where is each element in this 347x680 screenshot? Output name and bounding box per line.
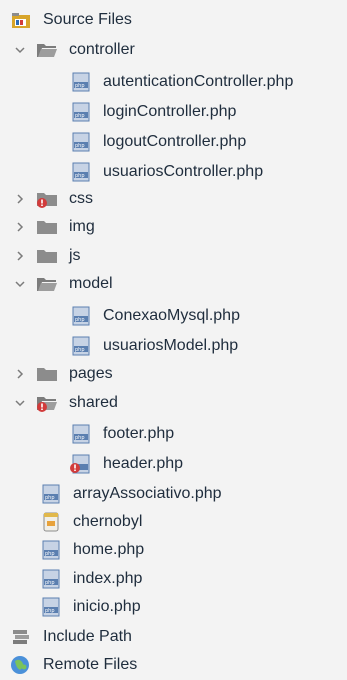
tree-file-autenticationController[interactable]: php autenticationController.php bbox=[70, 67, 347, 97]
tree-node-css[interactable]: css bbox=[14, 184, 347, 214]
project-tree: Source Files controller php autenticatio… bbox=[0, 0, 347, 675]
tree-node-label: logoutController.php bbox=[103, 133, 247, 150]
tree-file-footer[interactable]: php footer.php bbox=[70, 419, 347, 449]
php-file-icon: php bbox=[70, 336, 92, 356]
tree-node-label: Remote Files bbox=[43, 656, 138, 673]
chevron-right-icon[interactable] bbox=[14, 193, 26, 205]
php-file-icon: php bbox=[40, 540, 62, 560]
tree-node-label: js bbox=[69, 247, 81, 264]
tree-node-label: css bbox=[69, 190, 93, 207]
tree-node-label: usuariosController.php bbox=[103, 163, 264, 180]
svg-text:php: php bbox=[45, 608, 55, 614]
tree-file-usuariosModel[interactable]: php usuariosModel.php bbox=[70, 331, 347, 361]
chevron-down-icon[interactable] bbox=[14, 44, 26, 56]
tree-node-label: controller bbox=[69, 41, 135, 58]
tree-node-label: img bbox=[69, 218, 95, 235]
folder-open-error-icon bbox=[36, 393, 58, 413]
php-file-icon: php bbox=[40, 569, 62, 589]
php-file-icon: php bbox=[40, 484, 62, 504]
svg-text:php: php bbox=[45, 580, 55, 586]
tree-node-label: home.php bbox=[73, 541, 145, 558]
chevron-right-icon[interactable] bbox=[14, 368, 26, 380]
folder-icon bbox=[36, 246, 58, 266]
chevron-right-icon[interactable] bbox=[14, 250, 26, 262]
tree-node-source-files[interactable]: Source Files bbox=[10, 5, 347, 35]
tree-node-remote-files[interactable]: Remote Files bbox=[10, 650, 347, 680]
tree-node-label: ConexaoMysql.php bbox=[103, 307, 240, 324]
globe-icon bbox=[10, 655, 32, 675]
php-file-icon: php bbox=[70, 102, 92, 122]
svg-text:php: php bbox=[75, 83, 85, 89]
php-file-icon: php bbox=[70, 424, 92, 444]
tree-node-label: index.php bbox=[73, 570, 143, 587]
tree-node-js[interactable]: js bbox=[14, 241, 347, 271]
tree-node-label: model bbox=[69, 275, 113, 292]
tree-node-label: inicio.php bbox=[73, 598, 141, 615]
tree-node-label: arrayAssociativo.php bbox=[73, 485, 222, 502]
tree-node-label: header.php bbox=[103, 455, 184, 472]
tree-node-model[interactable]: model bbox=[14, 269, 347, 299]
tree-file-chernobyl[interactable]: chernobyl bbox=[40, 507, 347, 537]
svg-text:php: php bbox=[75, 435, 85, 441]
tree-file-index[interactable]: php index.php bbox=[40, 564, 347, 594]
tree-node-pages[interactable]: pages bbox=[14, 359, 347, 389]
php-file-icon: php bbox=[70, 72, 92, 92]
tree-file-home[interactable]: php home.php bbox=[40, 535, 347, 565]
folder-icon bbox=[36, 217, 58, 237]
php-file-icon: php bbox=[40, 597, 62, 617]
php-file-icon: php bbox=[70, 306, 92, 326]
tree-node-label: Source Files bbox=[43, 11, 132, 28]
svg-text:php: php bbox=[75, 113, 85, 119]
tree-node-controller[interactable]: controller bbox=[14, 35, 347, 65]
folder-open-icon bbox=[36, 274, 58, 294]
tree-file-inicio[interactable]: php inicio.php bbox=[40, 592, 347, 622]
source-files-icon bbox=[10, 10, 32, 30]
svg-text:php: php bbox=[45, 551, 55, 557]
include-path-icon bbox=[10, 627, 32, 647]
tree-node-label: chernobyl bbox=[73, 513, 143, 530]
php-file-error-icon bbox=[70, 454, 92, 474]
tree-node-label: footer.php bbox=[103, 425, 175, 442]
folder-icon bbox=[36, 364, 58, 384]
tree-file-loginController[interactable]: php loginController.php bbox=[70, 97, 347, 127]
tree-node-include-path[interactable]: Include Path bbox=[10, 622, 347, 652]
svg-text:php: php bbox=[75, 173, 85, 179]
svg-text:php: php bbox=[75, 347, 85, 353]
folder-open-icon bbox=[36, 40, 58, 60]
tree-file-header[interactable]: header.php bbox=[70, 449, 347, 479]
tree-file-logoutController[interactable]: php logoutController.php bbox=[70, 127, 347, 157]
tree-node-label: shared bbox=[69, 394, 118, 411]
chevron-right-icon[interactable] bbox=[14, 221, 26, 233]
generic-file-icon bbox=[40, 512, 62, 532]
chevron-down-icon[interactable] bbox=[14, 278, 26, 290]
tree-node-label: pages bbox=[69, 365, 113, 382]
tree-node-label: usuariosModel.php bbox=[103, 337, 239, 354]
svg-text:php: php bbox=[45, 495, 55, 501]
tree-node-label: loginController.php bbox=[103, 103, 237, 120]
svg-text:php: php bbox=[75, 143, 85, 149]
tree-node-img[interactable]: img bbox=[14, 212, 347, 242]
svg-text:php: php bbox=[75, 317, 85, 323]
folder-error-icon bbox=[36, 189, 58, 209]
tree-file-ConexaoMysql[interactable]: php ConexaoMysql.php bbox=[70, 301, 347, 331]
php-file-icon: php bbox=[70, 162, 92, 182]
tree-file-usuariosController[interactable]: php usuariosController.php bbox=[70, 157, 347, 187]
tree-file-arrayAssociativo[interactable]: php arrayAssociativo.php bbox=[40, 479, 347, 509]
tree-node-label: Include Path bbox=[43, 628, 132, 645]
tree-node-shared[interactable]: shared bbox=[14, 388, 347, 418]
php-file-icon: php bbox=[70, 132, 92, 152]
chevron-down-icon[interactable] bbox=[14, 397, 26, 409]
tree-node-label: autenticationController.php bbox=[103, 73, 294, 90]
